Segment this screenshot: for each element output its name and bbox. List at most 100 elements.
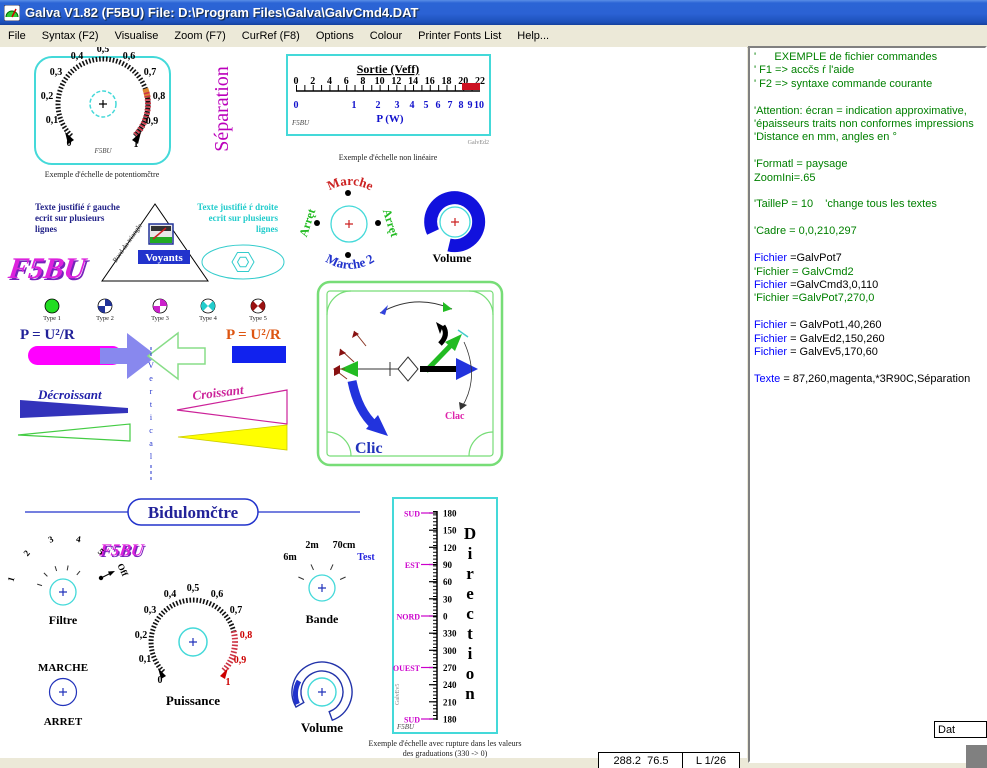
pot-caption: Exemple d'échelle de potentiomčtre	[45, 170, 160, 179]
svg-text:0: 0	[67, 138, 72, 149]
svg-text:V: V	[148, 361, 154, 370]
clic-clac-frame: Clic Clac	[318, 282, 502, 465]
command-line[interactable]: 'Fichier =GalvPot7,270,0	[754, 292, 985, 305]
menu-colour[interactable]: Colour	[362, 27, 410, 45]
sortie-title: Sortie (Veff)	[357, 62, 420, 76]
volume-bottom-label: Volume	[301, 720, 343, 735]
svg-text:0,2: 0,2	[135, 630, 148, 641]
command-line[interactable]: 'Attention: écran = indication approxima…	[754, 105, 985, 118]
menu-file[interactable]: File	[0, 27, 34, 45]
menu-bar: File Syntax (F2) Visualise Zoom (F7) Cur…	[0, 25, 987, 48]
svg-text:3: 3	[47, 534, 56, 545]
svg-text:r: r	[466, 564, 474, 583]
command-line[interactable]: Fichier =GalvCmd3,0,110	[754, 279, 985, 292]
drawing-canvas[interactable]: 0 0,1 0,2 0,3 0,4 0,5 0,6 0,7 0,8 0,9 1 …	[0, 47, 747, 758]
svg-text:e: e	[466, 584, 474, 603]
status-line-indicator: L 1/26	[682, 752, 740, 768]
svg-text:0,3: 0,3	[50, 67, 63, 78]
svg-text:0,1: 0,1	[139, 654, 152, 665]
command-line[interactable]: 'Distance en mm, angles en °	[754, 131, 985, 144]
svg-text:OUEST: OUEST	[393, 664, 421, 673]
svg-text:180: 180	[443, 715, 457, 725]
command-line[interactable]: ' F1 => accčs ŕ l'aide	[754, 64, 985, 77]
switch-right-label: Arręt	[380, 207, 402, 239]
command-line[interactable]	[754, 212, 985, 225]
command-line[interactable]: ' EXEMPLE de fichier commandes	[754, 51, 985, 64]
svg-text:Texte justifié ŕ gauche: Texte justifié ŕ gauche	[35, 202, 120, 212]
clic-label: Clic	[355, 440, 383, 457]
command-line[interactable]	[754, 91, 985, 104]
svg-text:0,1: 0,1	[46, 115, 59, 126]
marche-arret-switch: MARCHE ARRET	[38, 662, 88, 728]
command-line[interactable]: Texte = 87,260,magenta,*3R90C,Séparation	[754, 373, 985, 386]
file-label: GalvEv5	[395, 684, 401, 705]
command-line[interactable]	[754, 306, 985, 319]
command-line[interactable]: Fichier = GalvEv5,170,60	[754, 346, 985, 359]
svg-text:n: n	[465, 684, 475, 703]
svg-text:330: 330	[443, 629, 457, 639]
sortie-scale: Sortie (Veff) 0 2 4 6 8 10 12 14 16 18 2…	[287, 55, 490, 162]
command-line[interactable]: 'Formatl = paysage	[754, 158, 985, 171]
svg-text:ecrit sur plusieurs: ecrit sur plusieurs	[209, 213, 279, 223]
command-line[interactable]: 'Cadre = 0,0,210,297	[754, 225, 985, 238]
menu-syntax[interactable]: Syntax (F2)	[34, 27, 107, 45]
svg-text:0,2: 0,2	[41, 91, 54, 102]
svg-text:r: r	[150, 387, 153, 396]
svg-text:0: 0	[443, 612, 448, 622]
bidulometre-header: Bidulomčtre F5BU F5BU	[25, 499, 360, 561]
window-title: Galva V1.82 (F5BU) File: D:\Program File…	[25, 5, 419, 20]
command-editor[interactable]: ' EXEMPLE de fichier commandes' F1 => ac…	[748, 46, 987, 763]
potentiometer-dial: 0 0,1 0,2 0,3 0,4 0,5 0,6 0,7 0,8 0,9 1 …	[35, 47, 170, 179]
menu-help[interactable]: Help...	[509, 27, 557, 45]
svg-text:180: 180	[443, 509, 457, 519]
menu-curref[interactable]: CurRef (F8)	[234, 27, 308, 45]
croissant-label: Croissant	[192, 382, 245, 403]
command-line[interactable]: 'épaisseurs traits non conformes impress…	[754, 118, 985, 131]
type-markers: Type 1 Type 2 Type 3 Type 4 Type 5	[43, 296, 268, 322]
vertical-word: V e r t i c a l	[148, 347, 154, 483]
svg-text:Type 1: Type 1	[43, 315, 61, 322]
ellipse-nut	[202, 245, 284, 279]
command-line[interactable]	[754, 145, 985, 158]
svg-text:0,6: 0,6	[123, 51, 136, 62]
command-line[interactable]: ZoomIni=.65	[754, 172, 985, 185]
svg-text:0,5: 0,5	[97, 47, 110, 55]
wedge-green-outline	[18, 424, 130, 441]
switch-top-label: Marche	[325, 173, 376, 193]
menu-printer-fonts[interactable]: Printer Fonts List	[410, 27, 509, 45]
brand-f5bu-big: F5BU F5BU	[6, 251, 92, 287]
svg-text:0,6: 0,6	[211, 589, 224, 600]
triangle-panel: Bord du triangle Voyants	[102, 204, 208, 281]
svg-text:EST: EST	[405, 561, 421, 570]
file-label: GalvEd2	[468, 140, 489, 146]
command-line[interactable]: Fichier =GalvPot7	[754, 252, 985, 265]
brand-f5bu: F5BU	[291, 119, 310, 127]
command-line[interactable]: Fichier = GalvPot1,40,260	[754, 319, 985, 332]
menu-visualise[interactable]: Visualise	[107, 27, 167, 45]
svg-text:t: t	[150, 400, 153, 409]
svg-text:2: 2	[21, 548, 32, 558]
svg-text:4: 4	[410, 100, 415, 111]
svg-text:1: 1	[226, 677, 231, 688]
bidulometre-title: Bidulomčtre	[148, 503, 239, 522]
menu-options[interactable]: Options	[308, 27, 362, 45]
command-line[interactable]	[754, 185, 985, 198]
svg-text:0: 0	[294, 100, 299, 111]
title-bar[interactable]: Galva V1.82 (F5BU) File: D:\Program File…	[0, 0, 987, 25]
menu-zoom[interactable]: Zoom (F7)	[166, 27, 233, 45]
command-line[interactable]: ' F2 => syntaxe commande courante	[754, 78, 985, 91]
brand-f5bu: F5BU	[93, 147, 112, 155]
command-line[interactable]	[754, 239, 985, 252]
svg-text:t: t	[467, 624, 473, 643]
marche-label: MARCHE	[38, 662, 88, 674]
svg-text:ecrit sur plusieurs: ecrit sur plusieurs	[35, 213, 105, 223]
command-line[interactable]: 'Fichier = GalvCmd2	[754, 266, 985, 279]
svg-text:10: 10	[474, 100, 484, 111]
command-line[interactable]	[754, 359, 985, 372]
svg-text:7: 7	[448, 100, 453, 111]
svg-text:i: i	[468, 644, 473, 663]
command-line[interactable]: 'TailleP = 10 'change tous les textes	[754, 198, 985, 211]
status-coordinates: 288.2 76.5	[598, 752, 684, 768]
svg-text:0,7: 0,7	[230, 605, 243, 616]
command-line[interactable]: Fichier = GalvEd2,150,260	[754, 333, 985, 346]
